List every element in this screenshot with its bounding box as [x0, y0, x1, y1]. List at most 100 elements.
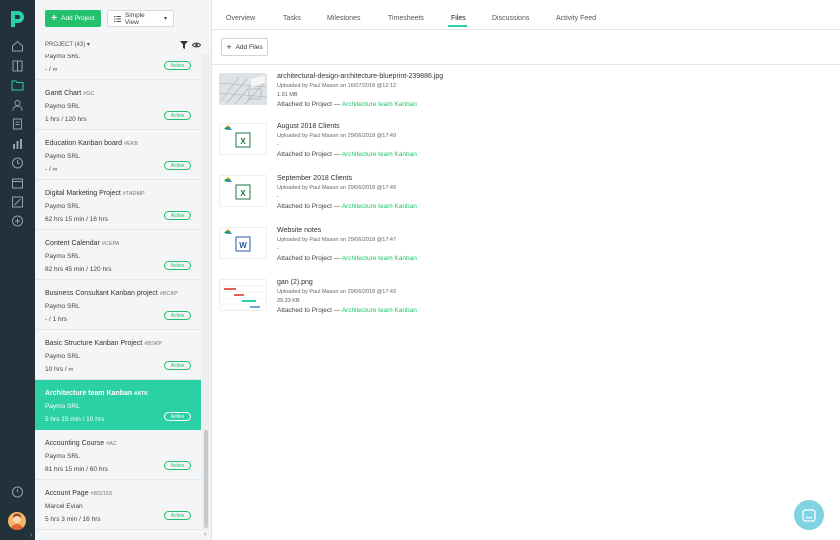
project-name: Business Consultant Kanban project #BCKP	[45, 290, 178, 297]
scrollbar-thumb[interactable]	[204, 430, 208, 528]
file-attached-to: Attached to Project — Architecture team …	[277, 101, 417, 108]
file-attached-to: Attached to Project — Architecture team …	[277, 255, 417, 262]
chat-launcher-button[interactable]	[794, 500, 824, 530]
project-list-item[interactable]: Account Page #802163 Marcel Evian 5 hrs 3 …	[35, 480, 201, 530]
project-client: Paymo SRL	[45, 153, 80, 160]
project-code: #TADMP	[122, 191, 145, 197]
file-row[interactable]: gan (2).png Uploaded by Paul Mason on 29/…	[219, 279, 819, 327]
svg-text:X: X	[240, 189, 246, 198]
spreadsheet-icon[interactable]: X	[219, 123, 267, 155]
file-name[interactable]: September 2018 Clients	[277, 175, 352, 182]
project-client: Paymo SRL	[45, 103, 80, 110]
user-icon[interactable]	[11, 99, 24, 111]
project-link[interactable]: Architecture team Kanban	[342, 151, 417, 158]
add-project-button[interactable]: + Add Project	[45, 10, 101, 27]
project-client: Paymo SRL	[45, 253, 80, 260]
time-tracker-icon[interactable]	[11, 486, 24, 498]
expand-sidebar-icon[interactable]: ›	[30, 532, 32, 539]
project-name: Education Kanban board #EKB	[45, 140, 139, 147]
tab-activity-feed[interactable]: Activity Feed	[556, 15, 596, 22]
project-list-panel: + Add Project Simple View ▾ PROJECT (43)…	[35, 0, 212, 540]
add-files-button[interactable]: + Add Files	[221, 38, 268, 56]
tab-milestones[interactable]: Milestones	[327, 15, 360, 22]
project-list-item[interactable]: Architecture team Kanban #ATK Paymo SRL 5 …	[35, 380, 201, 430]
project-name: Digital Marketing Project #TADMP	[45, 190, 145, 197]
file-size: -	[277, 142, 279, 148]
eye-icon[interactable]	[191, 41, 202, 49]
divider	[212, 64, 840, 65]
status-badge: Active	[164, 311, 191, 320]
status-badge: Active	[164, 261, 191, 270]
tab-tasks[interactable]: Tasks	[283, 15, 301, 22]
projects-folder-icon[interactable]	[11, 79, 24, 91]
view-mode-select[interactable]: Simple View ▾	[107, 10, 174, 27]
project-list-item[interactable]: Accounting Course #AC Paymo SRL 81 hrs 15 …	[35, 430, 201, 480]
status-badge: Active	[164, 361, 191, 370]
file-size: -	[277, 246, 279, 252]
project-list: Paymo SRL - / ∞ Active Gantt Chart #GC Paymo…	[35, 54, 201, 530]
paymo-logo[interactable]	[9, 10, 26, 28]
project-link[interactable]: Architecture team Kanban	[342, 203, 417, 210]
collapse-panel-icon[interactable]: ‹	[204, 531, 206, 538]
project-tabs: Overview Tasks Milestones Timesheets Files Di…	[212, 0, 840, 30]
project-list-item[interactable]: Digital Marketing Project #TADMP Paymo SR…	[35, 180, 201, 230]
document-icon[interactable]: W	[219, 227, 267, 259]
project-client: Marcel Evian	[45, 503, 83, 510]
file-name[interactable]: architectural-design-architecture-bluepr…	[277, 73, 443, 80]
file-row[interactable]: X August 2018 Clients Uploaded by Paul Mas…	[219, 123, 819, 171]
svg-text:X: X	[240, 137, 246, 146]
project-detail: Overview Tasks Milestones Timesheets Files Di…	[212, 0, 840, 540]
spreadsheet-icon[interactable]: X	[219, 175, 267, 207]
file-row[interactable]: architectural-design-architecture-bluepr…	[219, 73, 819, 121]
file-size: 1.91 MB	[277, 92, 298, 98]
project-code: #BCKP	[159, 291, 178, 297]
sort-caret-icon: ▾	[86, 42, 90, 48]
tab-discussions[interactable]: Discussions	[492, 15, 529, 22]
clients-icon[interactable]	[11, 60, 24, 72]
project-link[interactable]: Architecture team Kanban	[342, 307, 417, 314]
file-row[interactable]: X September 2018 Clients Uploaded by Paul …	[219, 175, 819, 223]
file-attached-to: Attached to Project — Architecture team …	[277, 151, 417, 158]
project-link[interactable]: Architecture team Kanban	[342, 255, 417, 262]
add-circle-icon[interactable]	[11, 215, 24, 227]
reports-icon[interactable]	[11, 138, 24, 150]
project-list-item[interactable]: Paymo SRL - / ∞ Active	[35, 54, 201, 80]
project-list-item[interactable]: Business Consultant Kanban project #BCKP…	[35, 280, 201, 330]
invoices-icon[interactable]	[11, 118, 24, 130]
home-icon[interactable]	[11, 40, 24, 52]
tab-timesheets[interactable]: Timesheets	[388, 15, 424, 22]
clock-icon[interactable]	[11, 157, 24, 169]
expenses-icon[interactable]	[11, 196, 24, 208]
file-upload-info: Uploaded by Paul Mason on 29/06/2018 @17…	[277, 289, 397, 295]
tab-files[interactable]: Files	[451, 15, 466, 22]
project-list-item[interactable]: Basic Structure Kanban Project #BSKP Paym…	[35, 330, 201, 380]
project-link[interactable]: Architecture team Kanban	[342, 101, 417, 108]
calendar-icon[interactable]	[11, 177, 24, 189]
project-list-item[interactable]: Content Calendar #CEPA Paymo SRL 82 hrs 45…	[35, 230, 201, 280]
project-list-item[interactable]: Education Kanban board #EKB Paymo SRL - / …	[35, 130, 201, 180]
user-avatar[interactable]	[8, 512, 26, 530]
file-name[interactable]: August 2018 Clients	[277, 123, 340, 130]
project-count-sort[interactable]: PROJECT (43) ▾	[45, 41, 90, 48]
chat-icon	[802, 508, 816, 522]
filter-icon[interactable]	[180, 41, 188, 49]
status-badge: Active	[164, 511, 191, 520]
svg-text:W: W	[239, 241, 247, 250]
file-row[interactable]: W Website notes Uploaded by Paul Mason on …	[219, 227, 819, 275]
chevron-down-icon: ▾	[163, 16, 167, 22]
file-name[interactable]: Website notes	[277, 227, 321, 234]
project-list-item[interactable]: Gantt Chart #GC Paymo SRL 1 hrs / 120 hrs A…	[35, 80, 201, 130]
add-project-label: Add Project	[61, 15, 95, 22]
project-client: Paymo SRL	[45, 54, 80, 60]
project-name: Account Page #802163	[45, 490, 112, 497]
file-name[interactable]: gan (2).png	[277, 279, 313, 286]
tab-overview[interactable]: Overview	[226, 15, 255, 22]
project-code: #GC	[83, 91, 95, 97]
file-thumbnail[interactable]	[219, 279, 267, 311]
project-client: Paymo SRL	[45, 353, 80, 360]
file-thumbnail[interactable]	[219, 73, 267, 105]
project-client: Paymo SRL	[45, 453, 80, 460]
project-name: Content Calendar #CEPA	[45, 240, 120, 247]
list-icon	[114, 15, 121, 22]
project-client: Paymo SRL	[45, 203, 80, 210]
